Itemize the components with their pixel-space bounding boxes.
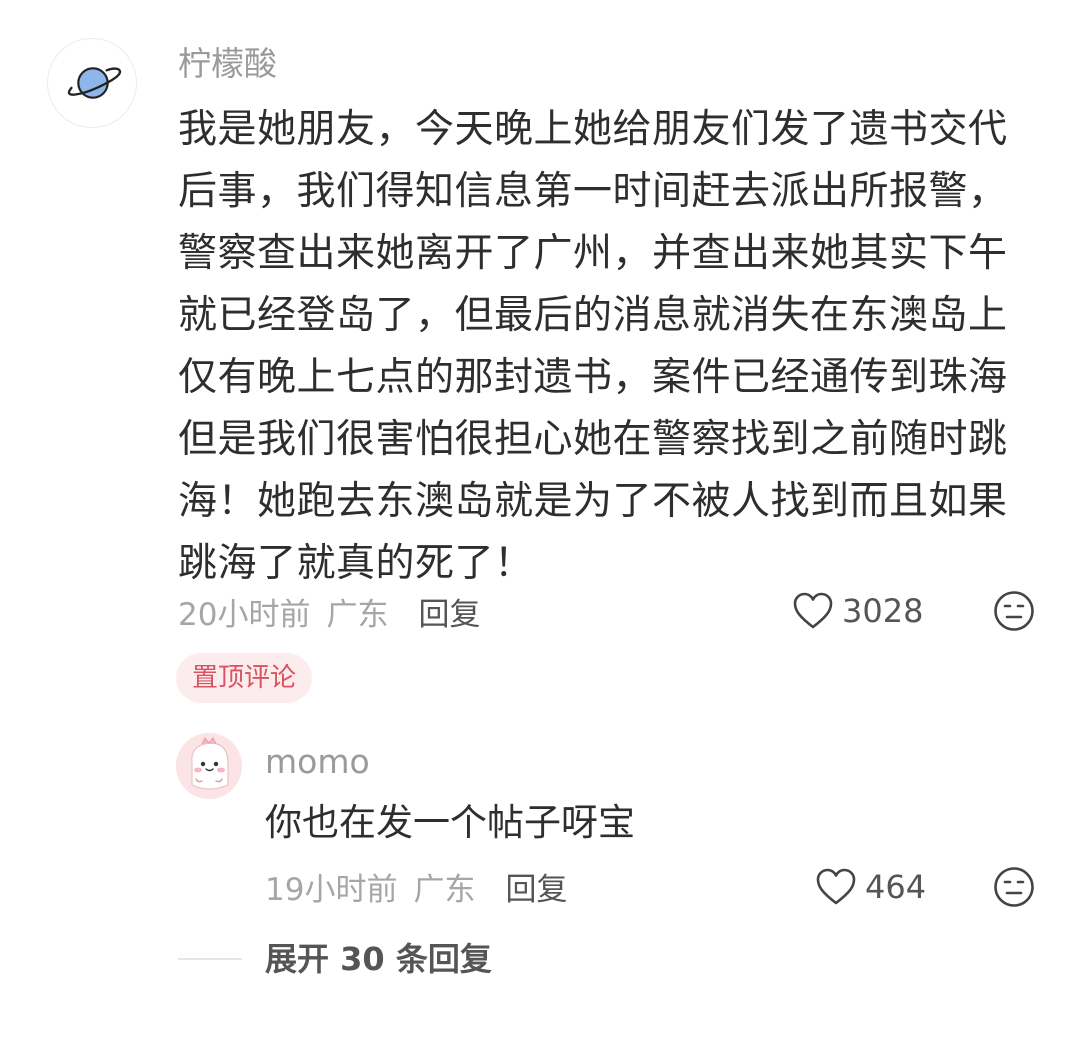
heart-icon xyxy=(815,867,857,907)
comment-location: 广东 xyxy=(326,596,389,633)
comment-meta: 20小时前 广东 回复 xyxy=(178,586,480,636)
reply-time: 19小时前 xyxy=(265,871,398,908)
reply-text: 你也在发一个帖子呀宝 xyxy=(265,801,635,844)
reply-location: 广东 xyxy=(413,871,476,908)
reply-reply-button[interactable]: 回复 xyxy=(505,864,567,909)
pinned-badge: 置顶评论 xyxy=(176,653,313,703)
expand-replies-button[interactable]: 展开 30 条回复 xyxy=(265,934,492,984)
meh-face-icon[interactable] xyxy=(993,590,1035,632)
reply-author[interactable]: momo xyxy=(265,739,370,785)
like-count: 3028 xyxy=(842,592,924,630)
expand-divider xyxy=(178,958,242,960)
reply-button[interactable]: 回复 xyxy=(418,589,480,634)
heart-icon xyxy=(792,591,834,631)
pink-dino-avatar[interactable] xyxy=(176,733,242,799)
comment-time: 20小时前 xyxy=(178,596,311,633)
planet-icon[interactable] xyxy=(47,38,137,128)
reply-like-button[interactable]: 464 xyxy=(815,862,926,912)
comment-text: 我是她朋友，今天晚上她给朋友们发了遗书交代后事，我们得知信息第一时间赶去派出所报… xyxy=(178,107,1008,586)
reply-like-count: 464 xyxy=(865,868,927,906)
comment-author[interactable]: 柠檬酸 xyxy=(178,40,277,88)
meh-face-icon[interactable] xyxy=(993,866,1035,908)
like-button[interactable]: 3028 xyxy=(792,586,923,636)
reply-meta: 19小时前 广东 回复 xyxy=(265,861,567,911)
